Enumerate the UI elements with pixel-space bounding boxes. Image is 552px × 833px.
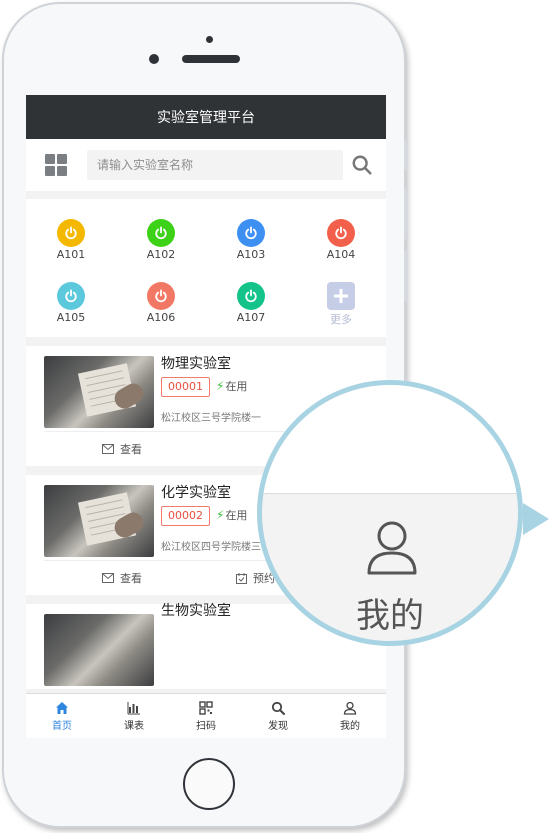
user-icon (367, 521, 417, 575)
calendar-check-icon (236, 572, 247, 584)
room-item[interactable]: A106 (131, 282, 191, 324)
room-item[interactable]: A105 (41, 282, 101, 324)
tab-label: 课表 (124, 720, 144, 732)
tab-label: 发现 (268, 720, 288, 732)
volume-button (404, 188, 408, 240)
status-badge: ⚡ 在用 (216, 507, 247, 523)
tab-schedule[interactable]: 课表 (98, 694, 170, 738)
lab-title: 化学实验室 (161, 485, 231, 501)
room-item[interactable]: A101 (41, 219, 101, 261)
room-item[interactable]: A104 (311, 219, 371, 261)
grid-menu-icon[interactable] (45, 154, 67, 176)
volume-button (404, 140, 408, 170)
power-icon (237, 219, 265, 247)
lab-address: 松江校区三号学院楼一 (161, 413, 261, 424)
room-label: A105 (56, 311, 86, 324)
more-button[interactable]: 更多 (311, 282, 371, 327)
power-icon (147, 219, 175, 247)
view-label: 查看 (120, 572, 142, 585)
status-badge: ⚡ 在用 (216, 378, 247, 394)
view-button[interactable]: 查看 (102, 570, 142, 586)
view-label: 查看 (120, 443, 142, 456)
lab-title: 物理实验室 (161, 356, 231, 372)
magnified-tab-label: 我的 (356, 596, 424, 636)
lightning-icon: ⚡ (216, 508, 225, 522)
tab-label: 首页 (52, 720, 72, 732)
room-item[interactable]: A102 (131, 219, 191, 261)
magnified-content (262, 385, 518, 494)
power-icon (57, 219, 85, 247)
tab-mine[interactable]: 我的 (314, 694, 386, 738)
power-icon (57, 282, 85, 310)
bar-chart-icon (127, 701, 140, 714)
search-icon (271, 701, 285, 715)
tab-label: 我的 (340, 720, 360, 732)
mail-icon (102, 444, 114, 454)
status-label: 在用 (225, 509, 248, 522)
callout-arrow-icon (523, 503, 549, 535)
more-label: 更多 (330, 313, 352, 326)
tab-label: 扫码 (196, 720, 216, 732)
home-button[interactable] (183, 758, 235, 810)
qrcode-icon (199, 700, 213, 715)
view-button[interactable]: 查看 (102, 441, 142, 457)
front-camera-icon (206, 36, 213, 43)
room-label: A101 (56, 248, 86, 261)
status-label: 在用 (225, 380, 248, 393)
bottom-tab-bar: 首页 课表 扫码 发现 我的 (26, 693, 386, 738)
volume-button (404, 250, 408, 302)
lab-room-grid: A101 A102 A103 A104 A105 A106 A107 更多 (26, 199, 386, 337)
power-icon (237, 282, 265, 310)
magnifier-callout: 我的 (257, 380, 523, 646)
room-label: A103 (236, 248, 266, 261)
search-input[interactable] (87, 150, 343, 180)
sensor-icon (149, 54, 159, 64)
speaker-grille (182, 55, 240, 63)
room-label: A102 (146, 248, 176, 261)
plus-icon (327, 282, 355, 310)
search-bar (26, 139, 386, 191)
power-icon (327, 219, 355, 247)
page-title: 实验室管理平台 (157, 110, 255, 126)
lab-code-badge: 00001 (161, 377, 210, 397)
mail-icon (102, 573, 114, 583)
power-icon (147, 282, 175, 310)
lab-code-badge: 00002 (161, 506, 210, 526)
book-button[interactable]: 预约 (236, 570, 275, 586)
user-icon (343, 701, 357, 715)
room-item[interactable]: A107 (221, 282, 281, 324)
room-label: A107 (236, 311, 266, 324)
search-icon[interactable] (351, 154, 373, 176)
home-icon (56, 701, 68, 714)
lab-title: 生物实验室 (161, 603, 231, 619)
room-item[interactable]: A103 (221, 219, 281, 261)
lab-thumbnail (44, 485, 154, 557)
tab-scan[interactable]: 扫码 (170, 694, 242, 738)
lab-thumbnail (44, 356, 154, 428)
lightning-icon: ⚡ (216, 379, 225, 393)
tab-discover[interactable]: 发现 (242, 694, 314, 738)
title-bar: 实验室管理平台 (26, 95, 386, 139)
lab-address: 松江校区四号学院楼三 (161, 542, 261, 553)
tab-home[interactable]: 首页 (26, 694, 98, 738)
room-label: A104 (326, 248, 356, 261)
room-label: A106 (146, 311, 176, 324)
lab-thumbnail (44, 614, 154, 686)
